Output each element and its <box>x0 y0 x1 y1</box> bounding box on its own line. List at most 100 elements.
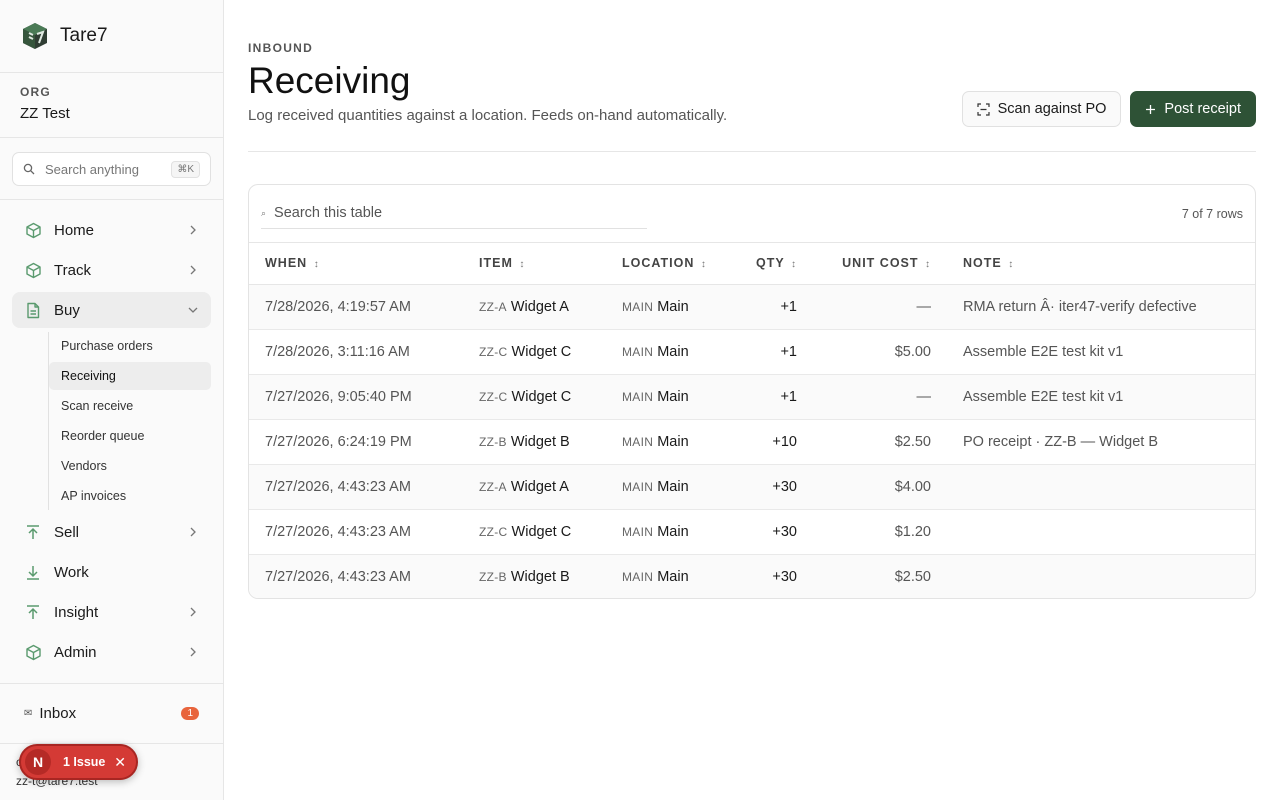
cell-location: MAIN Main <box>606 374 727 420</box>
brand[interactable]: Tare7 <box>0 0 223 73</box>
column-header-when[interactable]: WHEN ↕ <box>249 243 463 285</box>
location-name: Main <box>657 568 689 585</box>
column-header-item[interactable]: ITEM ↕ <box>463 243 606 285</box>
scan-icon <box>976 102 990 116</box>
close-icon[interactable]: ✕ <box>114 754 126 771</box>
inbox-count-badge: 1 <box>181 707 199 720</box>
org-name: ZZ Test <box>20 105 70 122</box>
envelope-icon: ✉ <box>24 708 33 719</box>
table-row[interactable]: 7/27/2026, 4:43:23 AM ZZ-C Widget C MAIN M… <box>249 509 1255 555</box>
location-name: Main <box>657 388 689 405</box>
cell-qty: +30 <box>727 509 813 555</box>
nav-item-work[interactable]: Work <box>12 554 211 590</box>
cell-when: 7/27/2026, 4:43:23 AM <box>249 509 463 555</box>
subnav-reorder-queue[interactable]: Reorder queue <box>49 422 211 450</box>
org-label: ORG <box>20 85 51 99</box>
column-label: NOTE <box>963 256 1002 271</box>
item-name: Widget B <box>510 568 570 585</box>
column-label: ITEM <box>479 256 513 271</box>
table-search[interactable]: ⌕ <box>261 199 647 229</box>
table-row[interactable]: 7/27/2026, 4:43:23 AM ZZ-A Widget A MAIN M… <box>249 464 1255 510</box>
table-row[interactable]: 7/28/2026, 4:19:57 AM ZZ-A Widget A MAIN M… <box>249 284 1255 330</box>
cell-unit-cost: $2.50 <box>813 554 947 598</box>
search-icon <box>23 163 35 175</box>
sort-icon: ↕ <box>791 259 797 271</box>
cell-unit-cost: $1.20 <box>813 509 947 555</box>
post-receipt-button[interactable]: Post receipt <box>1130 91 1256 127</box>
item-name: Widget A <box>510 298 569 315</box>
nav-label-buy: Buy <box>54 301 80 319</box>
subnav-receiving[interactable]: Receiving <box>49 362 211 390</box>
inbox-label: Inbox <box>39 705 77 722</box>
scan-against-po-button[interactable]: Scan against PO <box>961 91 1122 127</box>
cell-when: 7/27/2026, 4:43:23 AM <box>249 554 463 598</box>
table-row[interactable]: 7/27/2026, 9:05:40 PM ZZ-C Widget C MAIN M… <box>249 374 1255 420</box>
subnav-vendors[interactable]: Vendors <box>49 452 211 480</box>
cell-qty: +30 <box>727 464 813 510</box>
cell-when: 7/27/2026, 4:43:23 AM <box>249 464 463 510</box>
header-divider <box>248 151 1256 152</box>
post-receipt-label: Post receipt <box>1164 101 1241 117</box>
cell-item: ZZ-B Widget B <box>463 419 606 465</box>
cell-when: 7/28/2026, 3:11:16 AM <box>249 329 463 375</box>
item-name: Widget C <box>511 343 572 360</box>
global-search-input[interactable] <box>45 161 172 177</box>
location-code: MAIN <box>622 344 654 359</box>
cell-qty: +30 <box>727 554 813 598</box>
global-search: ⌘K <box>0 138 223 200</box>
item-name: Widget A <box>510 478 569 495</box>
item-sku: ZZ-B <box>479 434 507 449</box>
nav-label-sell: Sell <box>54 523 80 541</box>
nav-item-track[interactable]: Track <box>12 252 211 288</box>
item-sku: ZZ-C <box>479 344 508 359</box>
nav-item-buy[interactable]: Buy <box>12 292 211 328</box>
item-name: Widget B <box>510 433 570 450</box>
location-name: Main <box>657 298 689 315</box>
document-icon <box>24 301 42 319</box>
subnav-ap-invoices[interactable]: AP invoices <box>49 482 211 510</box>
nav-item-insight[interactable]: Insight <box>12 594 211 630</box>
column-label: UNIT COST <box>842 256 919 271</box>
box-icon <box>24 221 42 239</box>
org-switcher[interactable]: ORG ZZ Test <box>0 73 223 138</box>
cell-item: ZZ-C Widget C <box>463 374 606 420</box>
location-code: MAIN <box>622 524 654 539</box>
subnav-scan-receive[interactable]: Scan receive <box>49 392 211 420</box>
inbox-link[interactable]: ✉ Inbox 1 <box>0 683 223 744</box>
receiving-table-card: ⌕ 7 of 7 rows WHEN ↕ ITEM ↕ LOCATION ↕ Q… <box>248 184 1256 599</box>
nav-item-home[interactable]: Home <box>12 212 211 248</box>
global-search-box[interactable]: ⌘K <box>12 152 211 186</box>
nav-label-track: Track <box>54 261 91 279</box>
issues-indicator[interactable]: N 1 Issue ✕ <box>19 744 138 780</box>
subnav-purchase-orders[interactable]: Purchase orders <box>49 332 211 360</box>
table-row[interactable]: 7/28/2026, 3:11:16 AM ZZ-C Widget C MAIN M… <box>249 329 1255 375</box>
item-sku: ZZ-B <box>479 569 507 584</box>
column-header-location[interactable]: LOCATION ↕ <box>606 243 727 285</box>
cell-when: 7/27/2026, 6:24:19 PM <box>249 419 463 465</box>
table-row[interactable]: 7/27/2026, 6:24:19 PM ZZ-B Widget B MAIN M… <box>249 419 1255 465</box>
location-name: Main <box>657 523 689 540</box>
location-code: MAIN <box>622 569 654 584</box>
cell-location: MAIN Main <box>606 419 727 465</box>
item-sku: ZZ-C <box>479 389 508 404</box>
nav-label-admin: Admin <box>54 643 97 661</box>
table-search-input[interactable] <box>274 205 635 221</box>
nav-item-sell[interactable]: Sell <box>12 514 211 550</box>
download-icon <box>24 563 42 581</box>
table-row[interactable]: 7/27/2026, 4:43:23 AM ZZ-B Widget B MAIN M… <box>249 554 1255 598</box>
cell-unit-cost: $5.00 <box>813 329 947 375</box>
cell-unit-cost: $2.50 <box>813 419 947 465</box>
column-header-unit-cost[interactable]: UNIT COST ↕ <box>813 243 947 285</box>
nav-item-admin[interactable]: Admin <box>12 634 211 670</box>
nav-label-work: Work <box>54 563 89 581</box>
cell-note <box>947 509 1255 555</box>
cell-location: MAIN Main <box>606 509 727 555</box>
cell-location: MAIN Main <box>606 329 727 375</box>
sort-icon: ↕ <box>519 259 526 271</box>
cell-note: Assemble E2E test kit v1 <box>947 374 1255 420</box>
column-header-qty[interactable]: QTY ↕ <box>727 243 813 285</box>
cube-logo-icon <box>23 23 47 49</box>
table-header-row: WHEN ↕ ITEM ↕ LOCATION ↕ QTY ↕ UNIT COST… <box>249 243 1255 285</box>
location-name: Main <box>657 478 689 495</box>
column-header-note[interactable]: NOTE ↕ <box>947 243 1255 285</box>
